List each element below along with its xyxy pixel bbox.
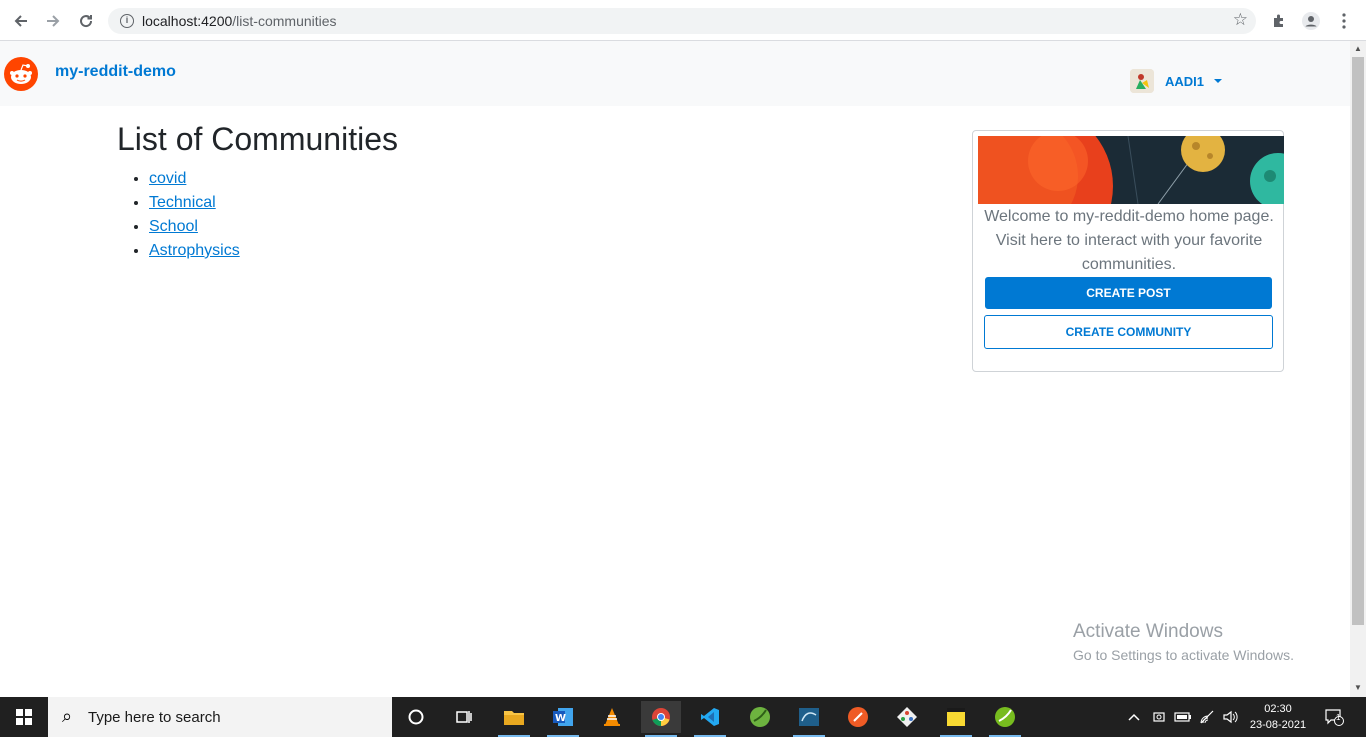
notification-count-badge: 1 — [1336, 713, 1341, 722]
meet-now-icon[interactable] — [1152, 697, 1166, 737]
url-text: localhost:4200/list-communities — [142, 13, 337, 29]
reddit-logo-icon[interactable] — [4, 57, 38, 91]
list-item: Technical — [149, 191, 240, 215]
search-placeholder: Type here to search — [88, 709, 221, 726]
create-post-button[interactable]: CREATE POST — [985, 277, 1272, 309]
list-item: Astrophysics — [149, 239, 240, 263]
site-info-icon[interactable]: i — [120, 14, 134, 28]
windows-start-icon[interactable] — [0, 697, 48, 737]
back-icon[interactable] — [10, 10, 32, 32]
cortana-icon[interactable] — [396, 701, 436, 733]
search-icon: ⌕ — [62, 706, 73, 726]
username-label: AADI1 — [1165, 73, 1205, 89]
app-navbar: my-reddit-demo AADI1 — [0, 41, 1350, 106]
community-list: covid Technical School Astrophysics — [149, 167, 240, 263]
watermark-subtitle: Go to Settings to activate Windows. — [1073, 647, 1294, 663]
git-gui-icon[interactable] — [887, 701, 927, 733]
list-item: covid — [149, 167, 240, 191]
extensions-icon[interactable] — [1268, 10, 1290, 32]
community-link[interactable]: covid — [149, 170, 186, 187]
list-item: School — [149, 215, 240, 239]
sticky-notes-icon[interactable] — [936, 701, 976, 737]
windows-taskbar: ⌕ Type here to search W 02:30 23-08-2021… — [0, 697, 1366, 737]
scroll-up-icon[interactable]: ▲ — [1354, 44, 1362, 53]
vertical-scrollbar[interactable]: ▲ ▼ — [1350, 41, 1366, 697]
file-explorer-icon[interactable] — [494, 701, 534, 737]
show-hidden-icons-icon[interactable] — [1128, 697, 1140, 737]
welcome-text: Welcome to my-reddit-demo home page. Vis… — [984, 208, 1274, 273]
address-bar[interactable]: i localhost:4200/list-communities ☆ — [108, 8, 1256, 34]
url-path: /list-communities — [232, 13, 337, 29]
word-icon[interactable]: W — [543, 701, 583, 737]
volume-icon[interactable] — [1222, 697, 1240, 737]
browser-toolbar: i localhost:4200/list-communities ☆ — [0, 0, 1366, 41]
scroll-down-icon[interactable]: ▼ — [1354, 683, 1362, 692]
community-link[interactable]: Astrophysics — [149, 242, 240, 259]
forward-icon[interactable] — [42, 10, 64, 32]
bookmark-star-icon[interactable]: ☆ — [1233, 10, 1248, 30]
wifi-icon[interactable] — [1200, 697, 1216, 737]
taskbar-search-input[interactable]: ⌕ Type here to search — [48, 697, 392, 737]
clock-time: 02:30 — [1264, 703, 1292, 715]
banner-image — [978, 136, 1284, 204]
vscode-icon[interactable] — [690, 701, 730, 737]
menu-kebab-icon[interactable] — [1333, 10, 1355, 32]
watermark-title: Activate Windows — [1073, 621, 1223, 642]
system-clock[interactable]: 02:30 23-08-2021 — [1248, 701, 1308, 733]
battery-icon[interactable] — [1174, 697, 1192, 737]
profile-icon[interactable] — [1300, 10, 1322, 32]
chrome-icon[interactable] — [641, 701, 681, 737]
reload-icon[interactable] — [75, 10, 97, 32]
page-title: List of Communities — [117, 121, 398, 157]
spring-boot-icon[interactable] — [985, 701, 1025, 737]
mysql-workbench-icon[interactable] — [789, 701, 829, 737]
clock-date: 23-08-2021 — [1249, 719, 1307, 731]
community-link[interactable]: School — [149, 218, 198, 235]
chevron-down-icon — [1214, 79, 1223, 83]
sidebar-card: Welcome to my-reddit-demo home page. Vis… — [972, 130, 1284, 372]
task-view-icon[interactable] — [444, 701, 484, 733]
brand-link[interactable]: my-reddit-demo — [55, 63, 176, 81]
notification-center-icon[interactable]: 1 — [1324, 697, 1344, 737]
scroll-thumb[interactable] — [1352, 57, 1364, 625]
avatar — [1130, 69, 1154, 93]
spring-tool-suite-icon[interactable] — [740, 701, 780, 733]
svg-text:W: W — [555, 713, 566, 724]
activate-windows-watermark: Activate Windows Go to Settings to activ… — [1073, 621, 1294, 663]
postman-icon[interactable] — [838, 701, 878, 733]
community-link[interactable]: Technical — [149, 194, 216, 211]
vlc-icon[interactable] — [592, 701, 632, 733]
user-dropdown[interactable]: AADI1 — [1130, 69, 1223, 93]
create-community-button[interactable]: CREATE COMMUNITY — [984, 315, 1273, 349]
url-host: localhost:4200 — [142, 13, 233, 29]
